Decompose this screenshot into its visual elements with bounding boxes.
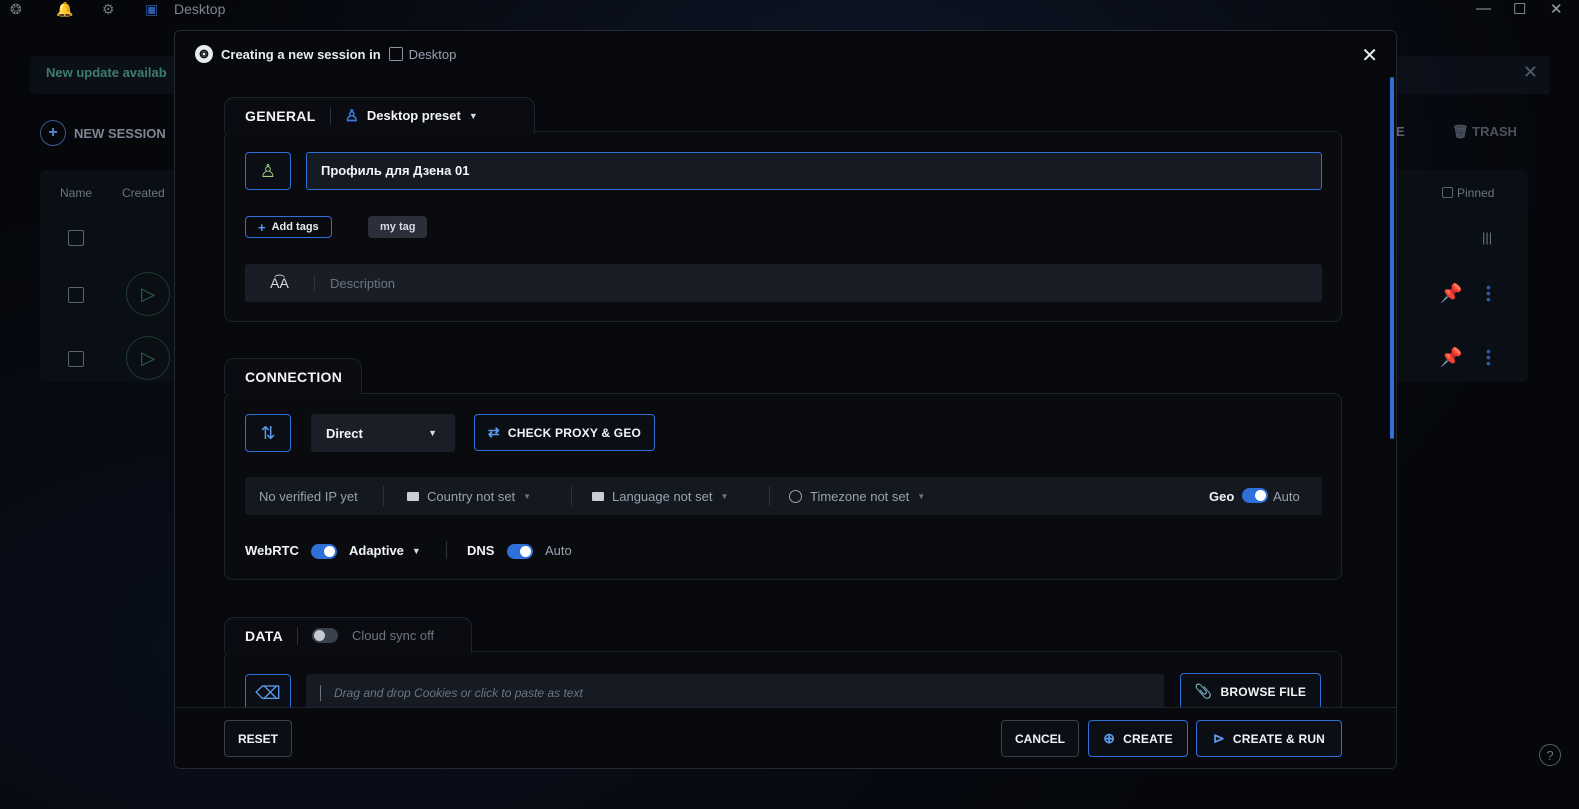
- chevron-down-icon: ▼: [468, 110, 478, 121]
- select-all-checkbox[interactable]: [68, 230, 84, 246]
- browse-file-button[interactable]: 📎 BROWSE FILE: [1180, 673, 1321, 710]
- window-close-icon[interactable]: ✕: [1550, 0, 1563, 18]
- columns-icon[interactable]: |||: [1482, 230, 1492, 245]
- route-icon: ⇅: [260, 422, 276, 443]
- column-header-name[interactable]: Name: [60, 186, 92, 200]
- plus-circle-icon: ⊕: [1103, 730, 1116, 746]
- chevron-down-icon: ▼: [917, 492, 926, 501]
- new-session-button[interactable]: + NEW SESSION: [40, 120, 166, 146]
- partial-toolbar-label: E: [1396, 124, 1405, 139]
- country-dropdown[interactable]: Country not set ▼: [407, 489, 531, 504]
- cancel-button[interactable]: CANCEL: [1001, 720, 1079, 757]
- connection-section-tab: CONNECTION: [224, 358, 362, 394]
- dns-label: DNS: [467, 543, 495, 558]
- play-icon[interactable]: ▷: [126, 336, 170, 380]
- tag-chip[interactable]: my tag: [368, 216, 428, 238]
- column-header-pinned[interactable]: Pinned: [1442, 186, 1494, 200]
- row-checkbox[interactable]: [68, 351, 84, 367]
- maximize-icon[interactable]: ☐: [1513, 0, 1526, 18]
- dns-toggle[interactable]: [507, 544, 533, 560]
- general-section-tab: GENERAL ♙ Desktop preset ▼: [224, 97, 535, 133]
- geo-label: Geo: [1209, 489, 1235, 504]
- app-titlebar: ❂ 🔔 ⚙ ▣ Desktop — ☐ ✕: [0, 0, 1579, 22]
- plus-icon: +: [40, 120, 66, 146]
- check-proxy-button[interactable]: ⇄ CHECK PROXY & GEO: [474, 414, 655, 451]
- play-icon[interactable]: ▷: [126, 272, 170, 316]
- dns-mode: Auto: [545, 543, 572, 558]
- sync-icon: ⇄: [487, 424, 500, 440]
- desktop-icon: ▣: [145, 1, 159, 17]
- connection-title: CONNECTION: [245, 368, 343, 385]
- update-banner-text: New update availab: [46, 65, 167, 80]
- gear-icon[interactable]: ⚙: [102, 1, 115, 18]
- description-field[interactable]: A͡A Description: [245, 264, 1322, 302]
- close-icon[interactable]: ✕: [1361, 43, 1378, 68]
- bell-icon[interactable]: 🔔: [56, 1, 73, 18]
- proxy-type-value: Direct: [326, 425, 363, 441]
- eraser-icon: ⌫: [255, 682, 281, 703]
- preset-label: Desktop preset: [366, 108, 461, 123]
- cloud-sync-label: Cloud sync off: [352, 628, 435, 643]
- general-title: GENERAL: [245, 107, 316, 124]
- reset-button[interactable]: RESET: [224, 720, 292, 757]
- chevron-down-icon: ▼: [523, 492, 532, 501]
- ip-status: No verified IP yet: [259, 489, 358, 504]
- person-icon: ♙: [344, 107, 359, 125]
- data-title: DATA: [245, 627, 284, 644]
- modal-title: ❂ Creating a new session in Desktop: [195, 45, 456, 63]
- modal-scrollbar[interactable]: [1390, 77, 1394, 439]
- desktop-preset-dropdown[interactable]: ♙ Desktop preset ▼: [345, 106, 478, 126]
- paperclip-icon: 📎: [1194, 683, 1213, 699]
- flag-icon: [407, 492, 419, 501]
- trash-label: TRASH: [1472, 124, 1517, 139]
- create-session-modal: ❂ Creating a new session in Desktop ✕ GE…: [174, 30, 1397, 769]
- column-header-created[interactable]: Created: [122, 186, 165, 200]
- person-icon: ♙: [259, 160, 277, 181]
- create-and-run-button[interactable]: ⊳ CREATE & RUN: [1196, 720, 1342, 757]
- timezone-dropdown[interactable]: Timezone not set ▼: [789, 489, 925, 504]
- banner-close-icon[interactable]: ✕: [1523, 62, 1538, 83]
- cloud-sync-toggle[interactable]: [312, 628, 339, 643]
- pin-icon[interactable]: 📌: [1440, 347, 1462, 368]
- chevron-down-icon: ▼: [428, 428, 437, 438]
- new-session-label: NEW SESSION: [74, 125, 166, 141]
- plus-icon: +: [258, 219, 266, 235]
- add-tags-button[interactable]: + Add tags: [245, 216, 332, 238]
- minimize-icon[interactable]: —: [1476, 0, 1491, 17]
- data-section-tab: DATA Cloud sync off: [224, 617, 472, 653]
- pin-icon[interactable]: 📌: [1440, 283, 1462, 304]
- modal-footer: RESET CANCEL ⊕ CREATE ⊳ CREATE & RUN: [175, 707, 1396, 768]
- profile-name-input[interactable]: Профиль для Дзена 01: [306, 152, 1322, 190]
- folder-icon: [388, 47, 403, 61]
- language-dropdown[interactable]: Language not set ▼: [592, 489, 728, 504]
- modal-location: Desktop: [408, 46, 457, 62]
- app-logo-icon: ❂: [10, 1, 22, 17]
- description-placeholder: Description: [330, 275, 396, 291]
- trash-button[interactable]: 🗑 TRASH: [1452, 124, 1517, 140]
- play-circle-icon: ⊳: [1212, 730, 1225, 746]
- webrtc-label: WebRTC: [245, 543, 299, 558]
- more-options-icon[interactable]: • • •: [1486, 280, 1491, 306]
- geo-mode: Auto: [1273, 489, 1300, 504]
- app-logo-icon: ❂: [195, 45, 213, 63]
- profile-icon-button[interactable]: ♙: [245, 152, 291, 190]
- help-icon[interactable]: ?: [1539, 744, 1561, 766]
- window-title: Desktop: [174, 1, 226, 17]
- row-checkbox[interactable]: [68, 287, 84, 303]
- text-format-icon: A͡A: [245, 275, 315, 291]
- more-options-icon[interactable]: • • •: [1486, 344, 1491, 370]
- proxy-type-dropdown[interactable]: Direct ▼: [311, 414, 455, 452]
- route-icon-button[interactable]: ⇅: [245, 414, 291, 452]
- geo-toggle[interactable]: [1242, 488, 1268, 503]
- create-button[interactable]: ⊕ CREATE: [1088, 720, 1188, 757]
- flag-icon: [592, 492, 604, 501]
- chevron-down-icon: ▼: [411, 545, 421, 556]
- geo-info-bar: No verified IP yet Country not set ▼ Lang…: [245, 477, 1322, 515]
- webrtc-toggle[interactable]: [311, 544, 337, 560]
- chevron-down-icon: ▼: [720, 492, 729, 501]
- clock-icon: [789, 490, 802, 503]
- webrtc-mode-dropdown[interactable]: Adaptive ▼: [349, 543, 421, 558]
